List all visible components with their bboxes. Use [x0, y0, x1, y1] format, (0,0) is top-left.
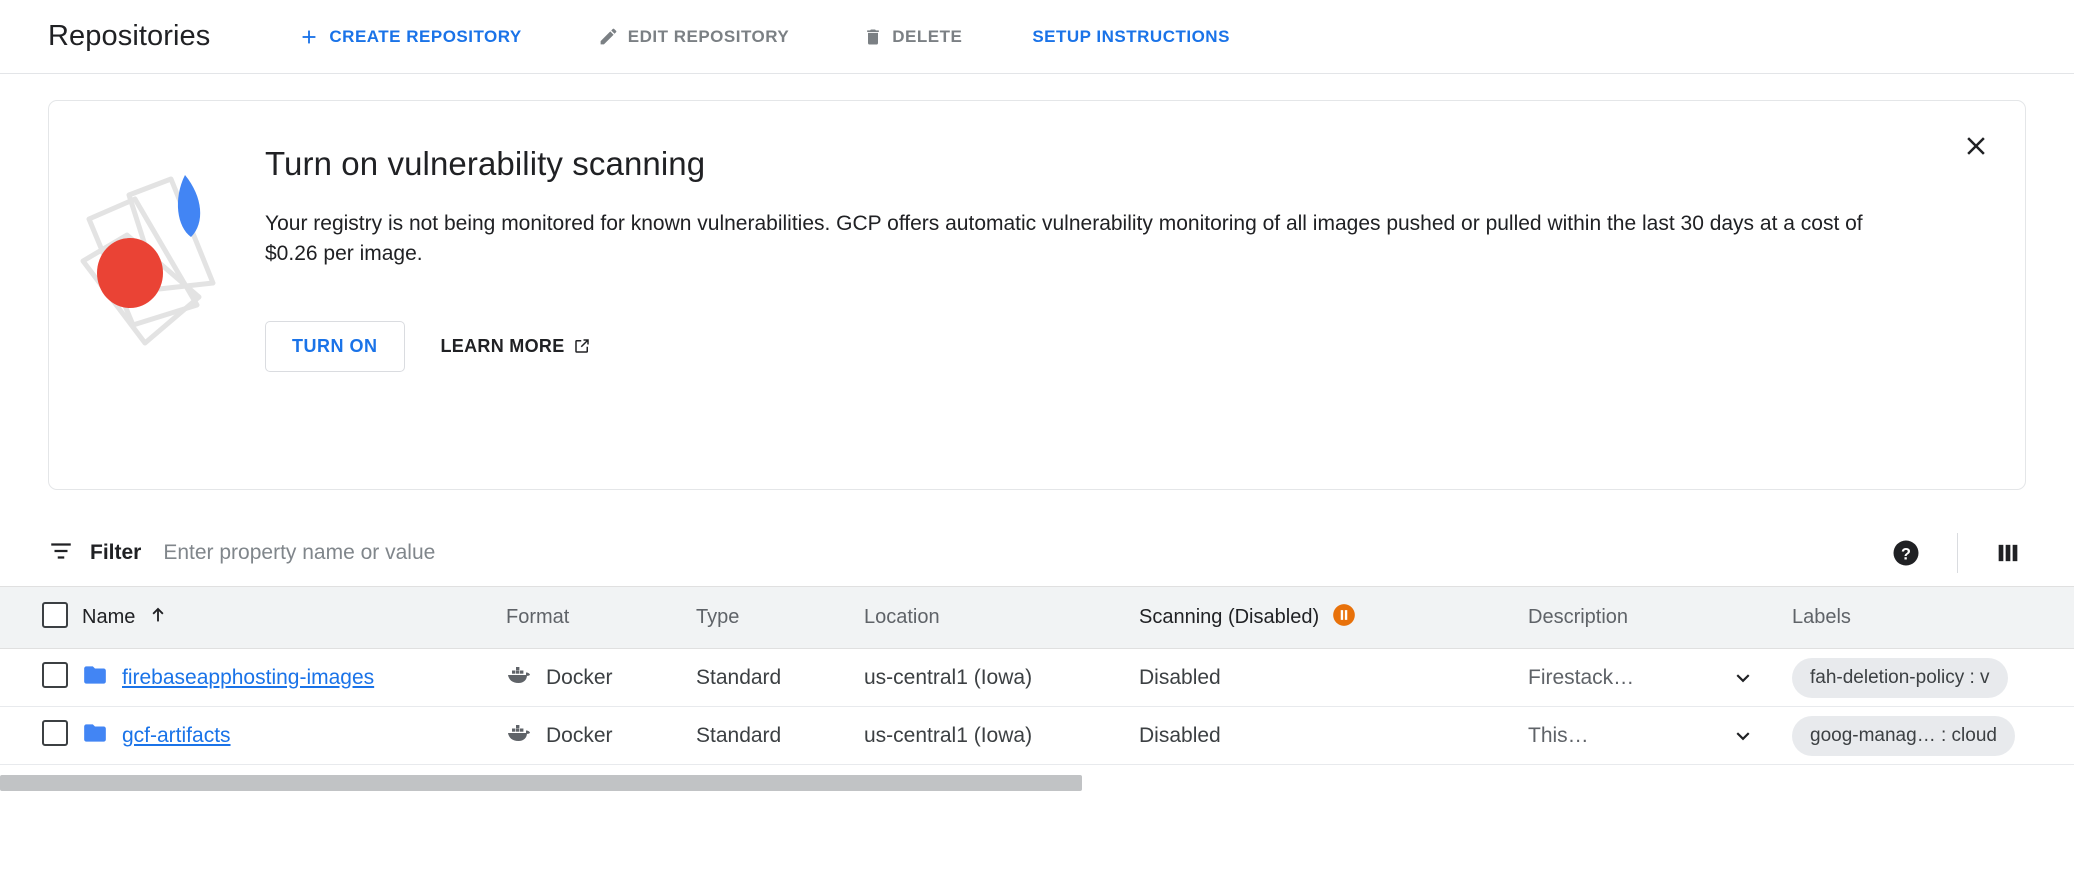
row-scanning-cell: Disabled [1139, 648, 1528, 707]
table-row[interactable]: firebaseapphosting-images Docker Standar… [0, 648, 2074, 707]
row-description-cell: Firestack… [1528, 648, 1792, 707]
pause-badge-icon [1331, 602, 1357, 634]
svg-text:?: ? [1901, 545, 1911, 563]
column-header-scanning[interactable]: Scanning (Disabled) [1139, 586, 1528, 649]
select-all-checkbox[interactable] [42, 601, 68, 628]
expand-description-button[interactable] [1724, 717, 1762, 755]
horizontal-scrollbar[interactable] [0, 775, 2074, 791]
row-name-cell: firebaseapphosting-images [82, 648, 506, 707]
row-format-label: Docker [546, 665, 613, 689]
setup-instructions-button[interactable]: SETUP INSTRUCTIONS [1018, 17, 1244, 57]
column-header-location[interactable]: Location [864, 586, 1139, 649]
row-checkbox[interactable] [42, 719, 68, 746]
plus-icon [298, 26, 320, 48]
turn-on-button[interactable]: TURN ON [265, 320, 405, 372]
chevron-down-icon [1730, 673, 1756, 694]
vulnerability-scanning-illustration [80, 175, 216, 346]
docker-icon [506, 722, 532, 750]
repositories-table: Name Format Type Location Scanning (Disa… [0, 586, 2074, 765]
help-icon: ? [1891, 538, 1921, 568]
pencil-icon [598, 26, 619, 47]
close-banner-button[interactable] [1953, 123, 1999, 169]
help-button[interactable]: ? [1881, 528, 1931, 578]
create-repository-button[interactable]: CREATE REPOSITORY [284, 16, 535, 58]
banner-illustration-wrap [49, 137, 265, 449]
banner-description: Your registry is not being monitored for… [265, 212, 1863, 265]
toolbar-divider [1957, 533, 1958, 573]
row-labels-cell: fah-deletion-policy : v [1792, 648, 2074, 707]
page-title: Repositories [48, 20, 211, 52]
row-format-cell: Docker [506, 648, 696, 707]
column-header-type[interactable]: Type [696, 586, 864, 649]
row-select-cell [0, 706, 82, 765]
folder-icon [82, 720, 108, 752]
setup-instructions-label: SETUP INSTRUCTIONS [1032, 26, 1230, 46]
filter-tools: ? [1881, 528, 2032, 578]
expand-description-button[interactable] [1724, 659, 1762, 697]
vulnerability-scanning-banner: Turn on vulnerability scanning Your regi… [48, 100, 2026, 490]
page-toolbar: Repositories CREATE REPOSITORY EDIT REPO… [0, 0, 2074, 74]
row-scanning-cell: Disabled [1139, 706, 1528, 765]
table-row[interactable]: gcf-artifacts Docker Standard us-central… [0, 706, 2074, 765]
folder-icon [82, 662, 108, 694]
select-all-header [0, 586, 82, 649]
chevron-down-icon [1730, 731, 1756, 752]
repository-link[interactable]: firebaseapphosting-images [122, 666, 374, 690]
column-header-format[interactable]: Format [506, 586, 696, 649]
create-repository-label: CREATE REPOSITORY [329, 26, 522, 46]
learn-more-label: LEARN MORE [440, 335, 565, 356]
row-format-cell: Docker [506, 706, 696, 765]
filter-bar: Filter ? [0, 520, 2074, 586]
row-type-cell: Standard [696, 706, 864, 765]
column-header-name[interactable]: Name [82, 586, 506, 649]
filter-label: Filter [90, 541, 142, 564]
row-location-cell: us-central1 (Iowa) [864, 706, 1139, 765]
column-settings-icon [1994, 539, 2022, 567]
banner-body: Turn on vulnerability scanning Your regi… [265, 137, 2025, 449]
row-format-label: Docker [546, 723, 613, 747]
column-settings-button[interactable] [1984, 529, 2032, 577]
banner-title: Turn on vulnerability scanning [265, 145, 706, 182]
trash-icon [863, 27, 883, 47]
row-description-cell: This… [1528, 706, 1792, 765]
label-chip: fah-deletion-policy : v [1792, 657, 2008, 698]
row-checkbox[interactable] [42, 661, 68, 688]
arrow-up-icon [147, 604, 169, 632]
close-icon [1961, 137, 1991, 164]
learn-more-button[interactable]: LEARN MORE [441, 336, 591, 357]
edit-repository-label: EDIT REPOSITORY [627, 26, 790, 46]
external-link-icon [573, 337, 591, 355]
column-header-description[interactable]: Description [1528, 586, 1792, 649]
docker-icon [506, 664, 532, 692]
filter-input[interactable] [163, 541, 1881, 565]
scrollbar-track[interactable] [0, 775, 2074, 791]
filter-icon[interactable] [48, 538, 74, 569]
row-labels-cell: goog-manag… : cloud [1792, 706, 2074, 765]
column-header-labels[interactable]: Labels [1792, 586, 2074, 649]
row-description-text: Firestack… [1528, 665, 1635, 689]
banner-actions: TURN ON LEARN MORE [265, 320, 1895, 372]
delete-button[interactable]: DELETE [849, 17, 976, 57]
banner-container: Turn on vulnerability scanning Your regi… [0, 74, 2074, 490]
row-type-cell: Standard [696, 648, 864, 707]
column-header-scanning-label: Scanning (Disabled) [1139, 606, 1320, 628]
row-name-cell: gcf-artifacts [82, 706, 506, 765]
repository-link[interactable]: gcf-artifacts [122, 724, 231, 748]
table-header: Name Format Type Location Scanning (Disa… [0, 586, 2074, 649]
repositories-table-area: Name Format Type Location Scanning (Disa… [0, 586, 2074, 791]
row-description-text: This… [1528, 723, 1589, 747]
delete-label: DELETE [892, 26, 963, 46]
row-select-cell [0, 648, 82, 707]
row-location-cell: us-central1 (Iowa) [864, 648, 1139, 707]
scrollbar-thumb[interactable] [0, 775, 1082, 791]
edit-repository-button[interactable]: EDIT REPOSITORY [584, 16, 803, 57]
column-header-name-label: Name [82, 606, 136, 628]
label-chip: goog-manag… : cloud [1792, 715, 2015, 756]
table-body: firebaseapphosting-images Docker Standar… [0, 648, 2074, 765]
table-header-row: Name Format Type Location Scanning (Disa… [0, 586, 2074, 649]
